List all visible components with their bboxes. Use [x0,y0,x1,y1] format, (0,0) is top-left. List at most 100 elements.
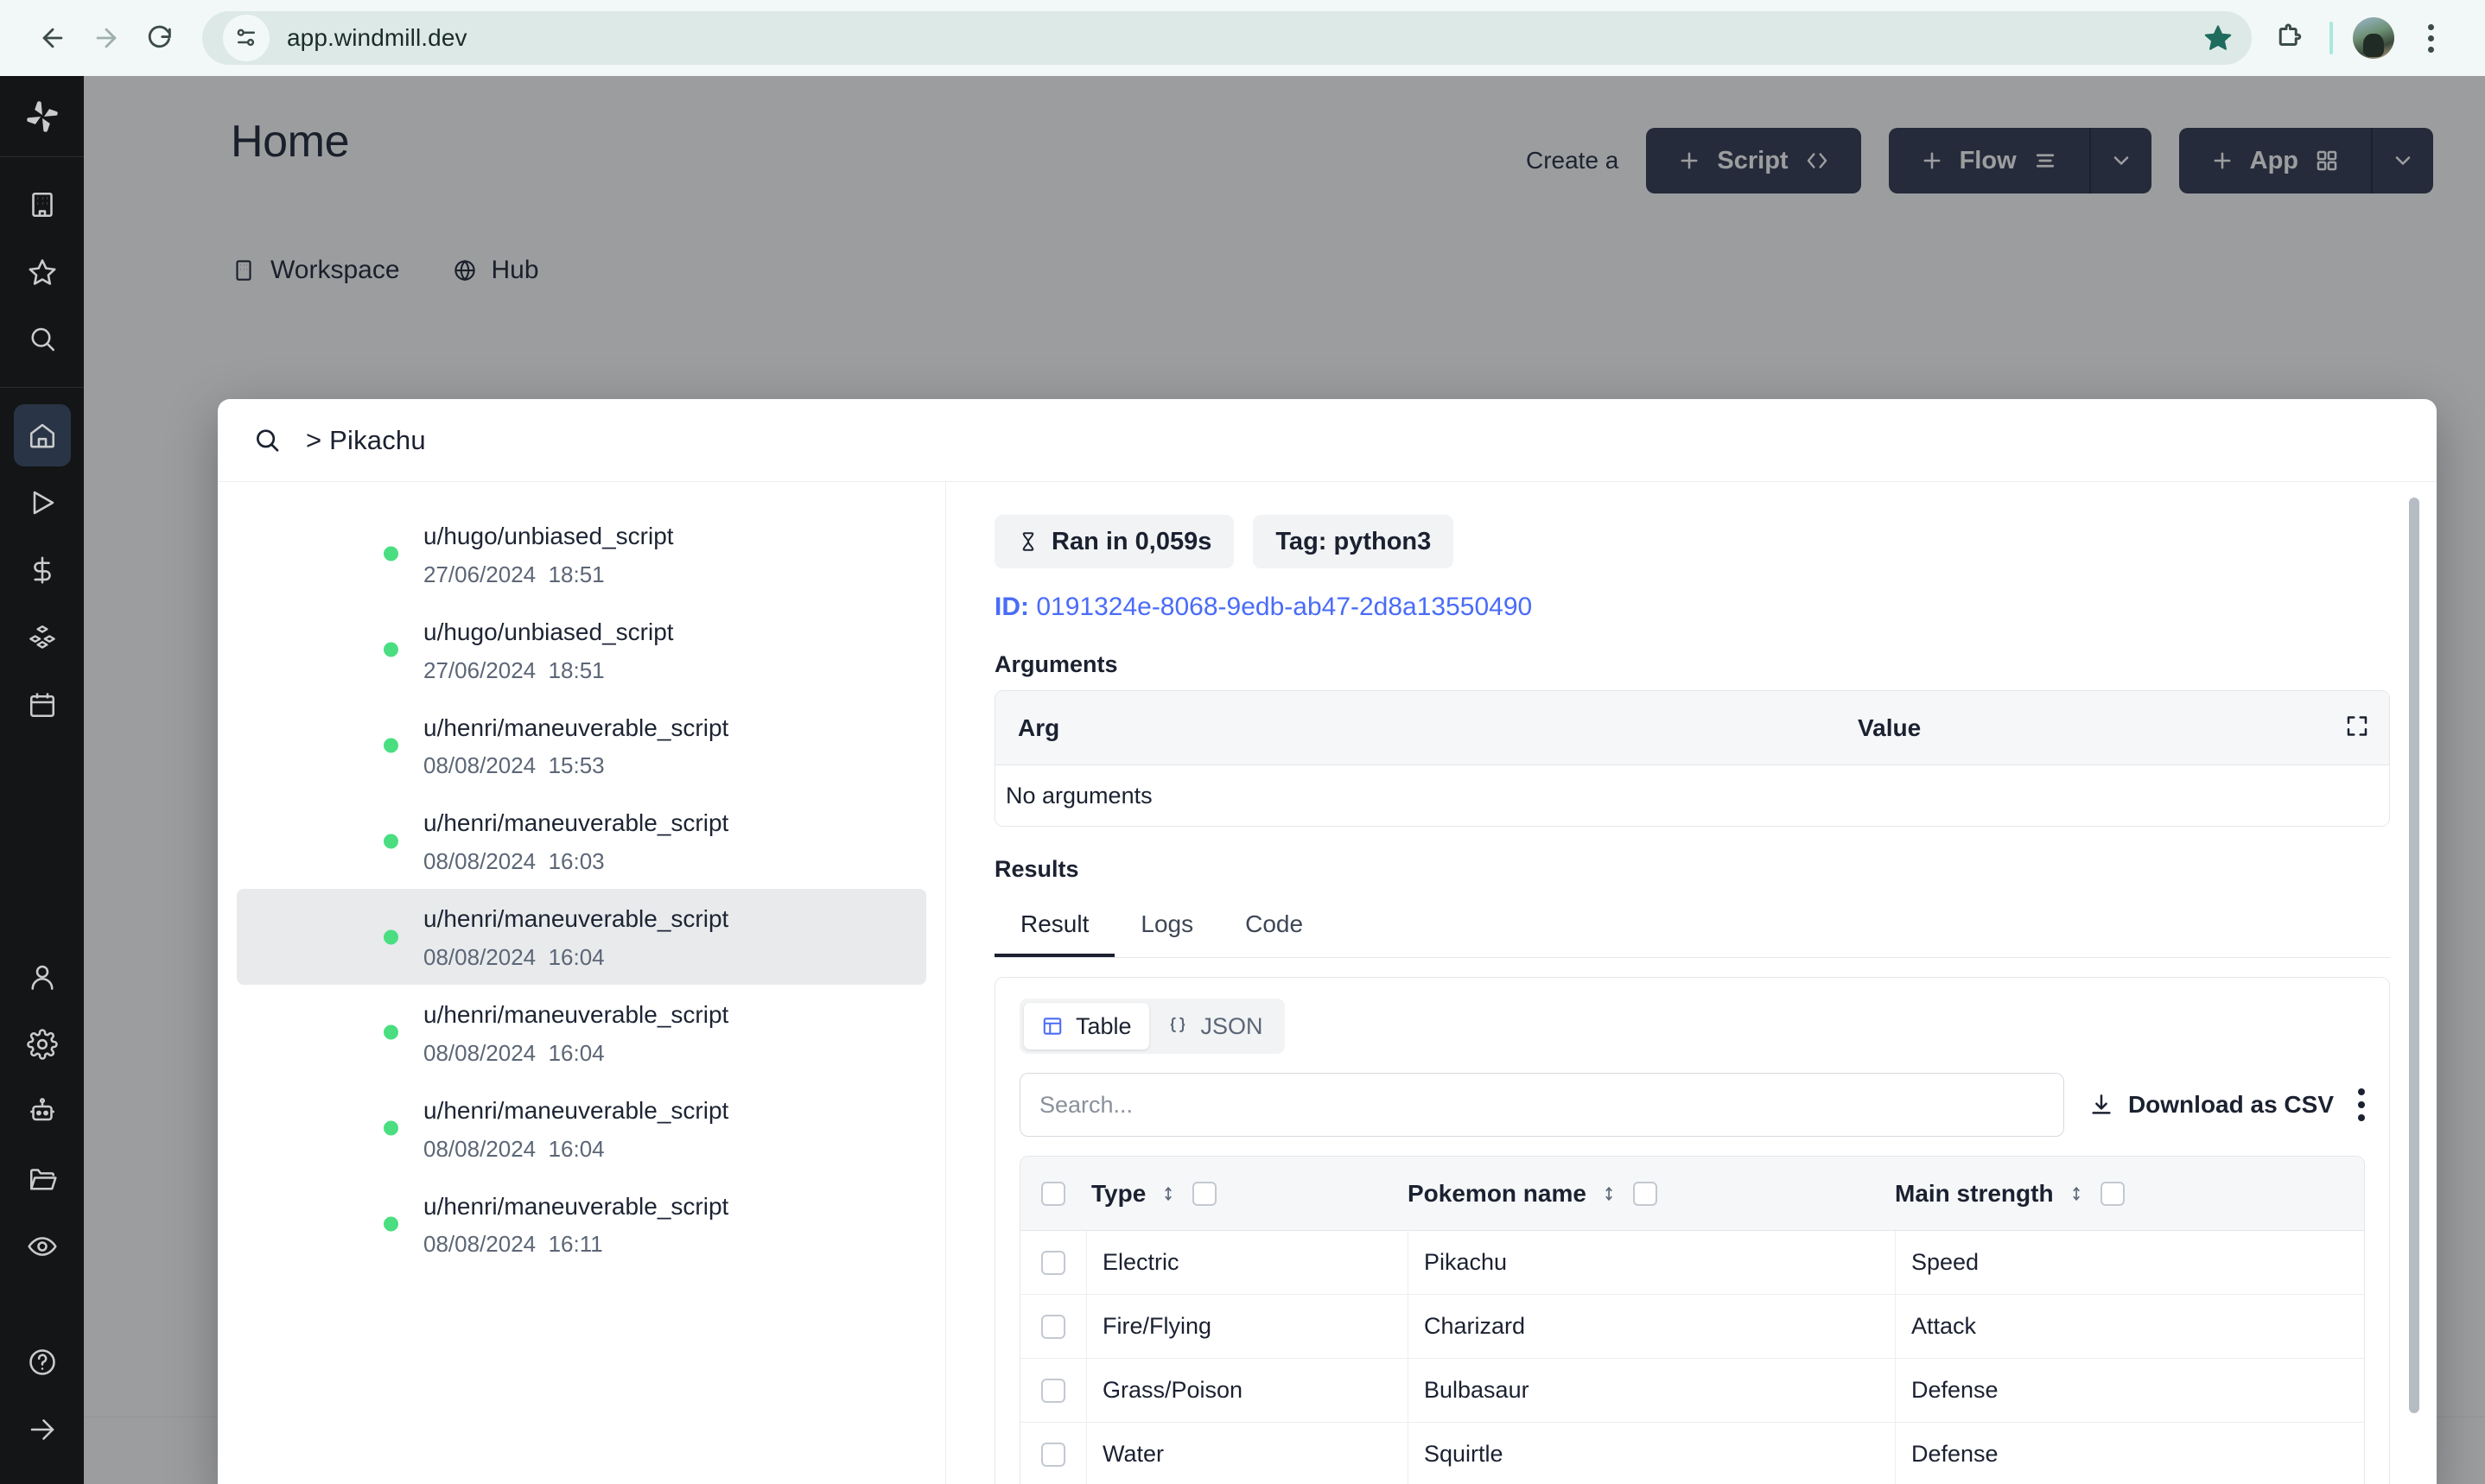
search-modal: > Pikachu u/hugo/unbiased_script 27/06/20… [218,399,2437,1484]
view-tab-json[interactable]: JSON [1149,1003,1281,1050]
search-result-timestamp: 27/06/2024 18:51 [423,656,605,683]
select-all-checkbox[interactable] [1020,1181,1086,1206]
site-info-button[interactable] [223,15,270,61]
column-header-type[interactable]: Type [1086,1180,1408,1208]
column-header-pokemon-name[interactable]: Pokemon name [1408,1180,1895,1208]
search-result-item[interactable]: u/henri/maneuverable_script 08/08/2024 16… [237,1176,926,1272]
sidebar-item-runs[interactable] [14,472,71,534]
view-tab-json-label: JSON [1200,1012,1263,1039]
tab-logs[interactable]: Logs [1115,897,1219,957]
column-filter-pokemon-name[interactable] [1632,1181,1657,1206]
sidebar-item-folders[interactable] [14,1148,71,1210]
checkbox[interactable] [1041,1442,1065,1467]
search-input[interactable]: > Pikachu [306,425,426,456]
row-checkbox[interactable] [1020,1250,1086,1275]
column-header-pokemon-name-label: Pokemon name [1408,1179,1586,1207]
table-row[interactable]: Fire/Flying Charizard Attack [1020,1295,2364,1359]
row-checkbox[interactable] [1020,1314,1086,1339]
profile-button[interactable] [2345,10,2402,67]
search-result-item[interactable]: u/henri/maneuverable_script 08/08/2024 16… [237,1081,926,1176]
search-result-item[interactable]: u/henri/maneuverable_script 08/08/2024 15… [237,698,926,794]
column-filter-main-strength[interactable] [2100,1181,2125,1206]
sidebar-item-favorites[interactable] [14,241,71,303]
play-icon [33,491,54,515]
toolbar-divider [2329,22,2333,54]
search-result-item[interactable]: u/henri/maneuverable_script 08/08/2024 16… [237,889,926,985]
reload-button[interactable] [133,11,187,65]
search-result-item[interactable]: u/hugo/unbiased_script 27/06/2024 18:51 [237,602,926,698]
status-dot [384,1216,398,1232]
home-icon [29,423,54,448]
sidebar-item-expand[interactable] [14,1398,71,1461]
column-filter-type[interactable] [1192,1181,1217,1206]
sidebar-item-help[interactable] [14,1331,71,1393]
table-row[interactable]: Water Squirtle Defense [1020,1423,2364,1484]
search-result-path: u/hugo/unbiased_script [423,523,674,549]
job-id-value[interactable]: 0191324e-8068-9edb-ab47-2d8a13550490 [1036,593,1532,621]
sidebar-group-global [0,157,84,388]
checkbox[interactable] [1041,1314,1065,1339]
checkbox[interactable] [1041,1378,1065,1403]
url-text[interactable]: app.windmill.dev [287,24,2231,52]
tab-code[interactable]: Code [1219,897,1329,957]
address-bar[interactable]: app.windmill.dev [202,11,2252,65]
robot-icon [29,1098,54,1121]
table-search-input[interactable]: Search... [1020,1073,2064,1137]
sidebar-item-workers[interactable] [14,946,71,1008]
gear-icon [26,1029,58,1060]
table-cell: Charizard [1408,1295,1895,1358]
search-result-item[interactable]: u/henri/maneuverable_script 08/08/2024 16… [237,985,926,1081]
extensions-puzzle-icon [2278,23,2302,46]
search-result-item[interactable]: u/hugo/unbiased_script 27/06/2024 18:51 [237,506,926,602]
column-header-value: Value [1858,713,1922,741]
table-row[interactable]: Grass/Poison Bulbasaur Defense [1020,1359,2364,1423]
search-result-timestamp: 08/08/2024 16:11 [423,1231,603,1258]
modal-search-bar[interactable]: > Pikachu [218,399,2437,482]
table-body: Electric Pikachu Speed Fire/Flying Charizard… [1020,1231,2364,1484]
search-result-text: u/henri/maneuverable_script 08/08/2024 15… [423,712,728,780]
results-tabs: Result Logs Code [995,897,2390,958]
tab-result[interactable]: Result [995,897,1115,957]
sidebar-item-ai[interactable] [14,1081,71,1143]
expand-icon[interactable] [2344,713,2370,743]
search-results-list[interactable]: u/hugo/unbiased_script 27/06/2024 18:51 u/… [218,482,946,1484]
sidebar-item-resources[interactable] [14,606,71,669]
view-tab-table[interactable]: Table [1024,1003,1149,1050]
row-checkbox[interactable] [1020,1442,1086,1467]
search-result-item[interactable]: u/henri/maneuverable_script 08/08/2024 16… [237,793,926,889]
sidebar-item-schedules[interactable] [14,674,71,736]
bookmark-button[interactable] [2195,15,2241,61]
arguments-heading: Arguments [995,651,1118,677]
sidebar-item-home[interactable] [13,404,71,466]
forward-arrow-icon [96,28,117,48]
sidebar-item-settings[interactable] [14,1013,71,1075]
sidebar-item-search[interactable] [14,308,71,371]
chrome-menu-button[interactable] [2402,10,2459,67]
extensions-button[interactable] [2260,10,2317,67]
table-toolbar: Search... Download as CSV [1020,1073,2365,1137]
forward-button[interactable] [79,11,133,65]
arrow-right-icon [30,1419,54,1440]
back-button[interactable] [26,11,79,65]
row-checkbox[interactable] [1020,1378,1086,1403]
table-cell: Defense [1895,1359,2364,1422]
profile-avatar[interactable] [2353,17,2394,59]
duration-pill: Ran in 0,059s [995,515,1235,568]
status-dot [384,929,398,945]
sidebar-item-usage[interactable] [14,539,71,601]
sidebar-item-workspace[interactable] [14,174,71,236]
user-icon [30,965,54,990]
search-result-path: u/henri/maneuverable_script [423,1000,729,1028]
cubes-icon [29,625,55,649]
download-csv-button[interactable]: Download as CSV [2088,1091,2334,1119]
column-header-main-strength[interactable]: Main strength [1895,1180,2364,1208]
view-tab-table-label: Table [1076,1012,1132,1039]
column-header-main-strength-label: Main strength [1895,1179,2054,1207]
windmill-logo[interactable] [0,76,84,157]
checkbox[interactable] [1041,1250,1065,1275]
sidebar-item-audit[interactable] [14,1215,71,1278]
detail-scrollbar[interactable] [2409,498,2419,1413]
table-row[interactable]: Electric Pikachu Speed [1020,1231,2364,1295]
table-cell: Defense [1895,1423,2364,1484]
table-more-menu-icon[interactable] [2358,1088,2365,1121]
